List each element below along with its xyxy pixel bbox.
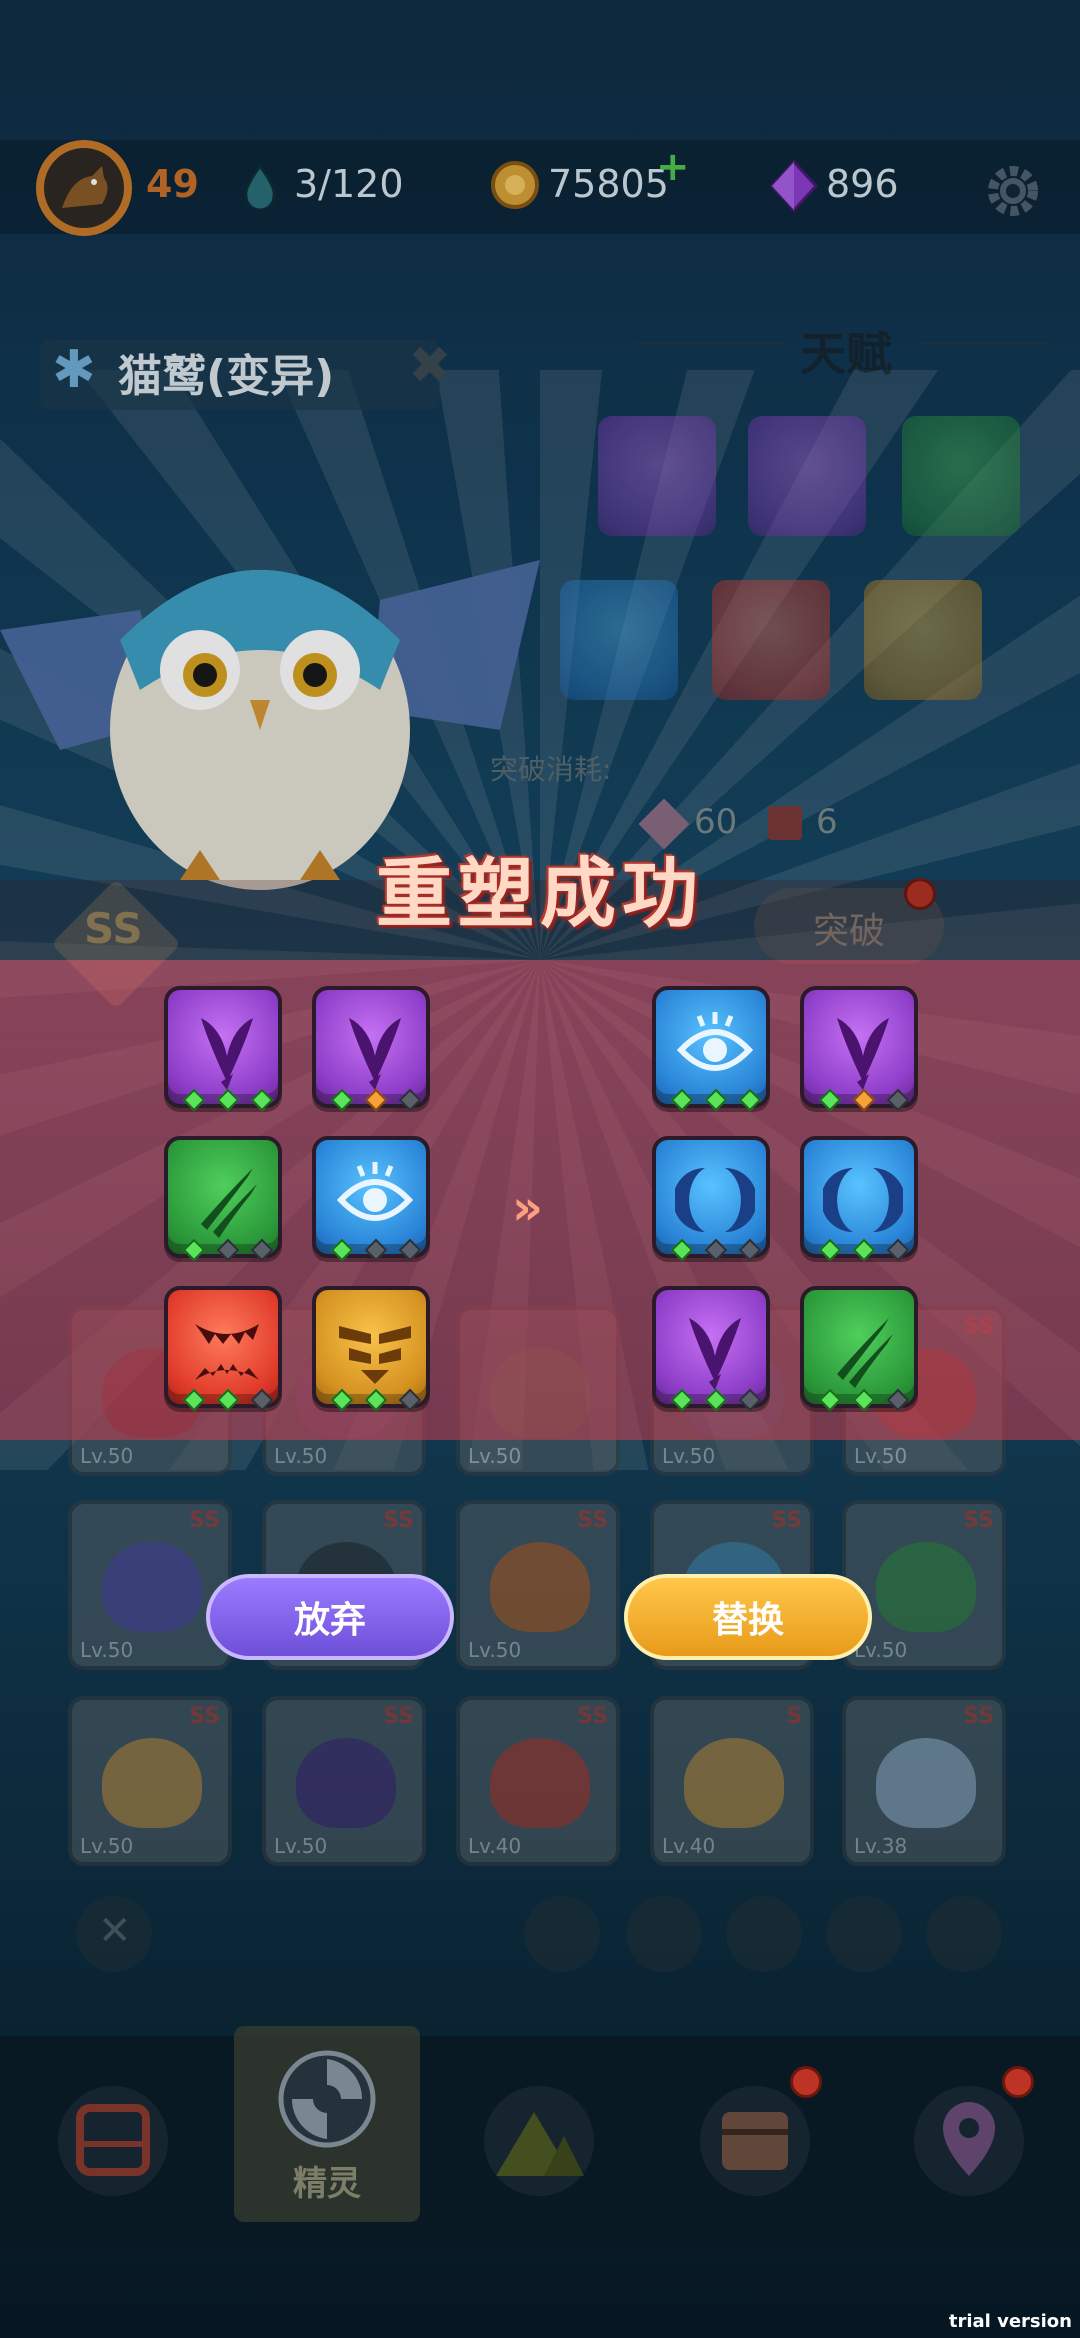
- rating-gem-gray: [738, 1388, 762, 1412]
- rating-gem-green: [704, 1388, 728, 1412]
- rating-gem-green: [670, 1238, 694, 1262]
- rating-gem-green: [818, 1088, 842, 1112]
- replace-button[interactable]: 替换: [624, 1574, 872, 1660]
- wing-icon: [349, 1018, 401, 1090]
- rating-gem-gray: [398, 1088, 422, 1112]
- rating-gem-gray: [886, 1388, 910, 1412]
- wing-icon: [837, 1018, 889, 1090]
- watermark: trial version: [948, 2311, 1072, 2332]
- talent-tile-green[interactable]: [800, 1286, 918, 1412]
- give-up-button[interactable]: 放弃: [206, 1574, 454, 1660]
- talent-rating-gems: [670, 1388, 762, 1412]
- rating-gem-gray: [398, 1238, 422, 1262]
- rating-gem-green: [738, 1088, 762, 1112]
- rating-gem-green: [182, 1238, 206, 1262]
- shield-icon: [339, 1326, 411, 1384]
- claw-icon: [201, 1168, 257, 1238]
- talent-tile-green[interactable]: [164, 1136, 282, 1262]
- arrow-icon: »: [512, 1180, 544, 1236]
- talent-tile-blue[interactable]: [800, 1136, 918, 1262]
- talent-rating-gems: [182, 1238, 274, 1262]
- eye-icon: [676, 1012, 754, 1071]
- rating-gem-orange: [364, 1088, 388, 1112]
- rating-gem-green: [818, 1238, 842, 1262]
- rating-gem-green: [818, 1388, 842, 1412]
- rating-gem-green: [852, 1238, 876, 1262]
- reshape-success-title: 重塑成功: [376, 849, 704, 938]
- wing-icon: [689, 1318, 741, 1390]
- rating-gem-green: [852, 1388, 876, 1412]
- talent-rating-gems: [818, 1088, 910, 1112]
- rating-gem-green: [182, 1388, 206, 1412]
- claw-icon: [837, 1318, 893, 1388]
- rating-gem-green: [182, 1088, 206, 1112]
- rating-gem-gray: [216, 1238, 240, 1262]
- crescent-icon: [675, 1168, 755, 1232]
- talent-tile-blue[interactable]: [312, 1136, 430, 1262]
- talent-rating-gems: [330, 1088, 422, 1112]
- talent-rating-gems: [818, 1238, 910, 1262]
- talent-rating-gems: [670, 1088, 762, 1112]
- rating-gem-green: [216, 1388, 240, 1412]
- talent-tile-purple[interactable]: [652, 1286, 770, 1412]
- rating-gem-green: [330, 1238, 354, 1262]
- talent-rating-gems: [330, 1238, 422, 1262]
- talent-rating-gems: [818, 1388, 910, 1412]
- rating-gem-gray: [250, 1238, 274, 1262]
- talent-rating-gems: [182, 1388, 274, 1412]
- rating-gem-green: [330, 1088, 354, 1112]
- rating-gem-green: [670, 1088, 694, 1112]
- rating-gem-gray: [364, 1238, 388, 1262]
- talent-tile-gold[interactable]: [312, 1286, 430, 1412]
- rating-gem-gray: [886, 1238, 910, 1262]
- talent-tile-purple[interactable]: [312, 986, 430, 1112]
- rating-gem-green: [670, 1388, 694, 1412]
- crescent-icon: [823, 1168, 903, 1232]
- rating-gem-gray: [398, 1388, 422, 1412]
- rating-gem-green: [330, 1388, 354, 1412]
- talent-tile-blue[interactable]: [652, 986, 770, 1112]
- rating-gem-green: [216, 1088, 240, 1112]
- fang-icon: [195, 1324, 259, 1380]
- rating-gem-orange: [852, 1088, 876, 1112]
- rating-gem-green: [704, 1088, 728, 1112]
- rating-gem-gray: [738, 1238, 762, 1262]
- talent-rating-gems: [670, 1238, 762, 1262]
- rating-gem-green: [364, 1388, 388, 1412]
- talent-tile-blue[interactable]: [652, 1136, 770, 1262]
- rating-gem-gray: [704, 1238, 728, 1262]
- wing-icon: [201, 1018, 253, 1090]
- talent-tile-purple[interactable]: [164, 986, 282, 1112]
- eye-icon: [336, 1162, 414, 1221]
- talent-rating-gems: [182, 1088, 274, 1112]
- talent-tile-red[interactable]: [164, 1286, 282, 1412]
- rating-gem-gray: [886, 1088, 910, 1112]
- rating-gem-green: [250, 1088, 274, 1112]
- rating-gem-gray: [250, 1388, 274, 1412]
- talent-rating-gems: [330, 1388, 422, 1412]
- talent-tile-purple[interactable]: [800, 986, 918, 1112]
